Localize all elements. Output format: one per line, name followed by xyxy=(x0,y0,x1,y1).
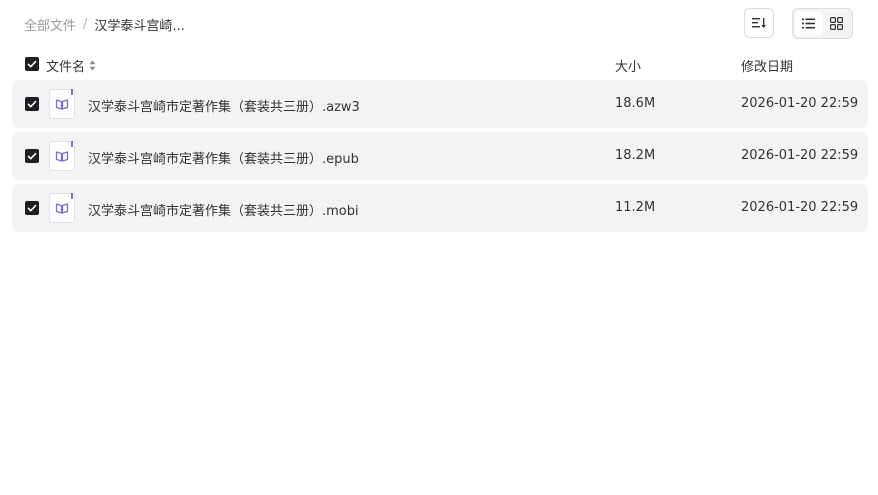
row-checkbox[interactable] xyxy=(25,97,39,111)
breadcrumb-current-folder: 汉学泰斗宫崎... xyxy=(94,18,185,34)
checkmark-icon xyxy=(27,60,37,68)
file-list: 汉学泰斗宫崎市定著作集（套装共三册）.azw3 18.6M 2026-01-20… xyxy=(12,80,868,236)
file-name[interactable]: 汉学泰斗宫崎市定著作集（套装共三册）.azw3 xyxy=(88,96,360,115)
breadcrumb-separator: / xyxy=(83,16,88,32)
file-size: 11.2M xyxy=(615,200,656,215)
view-mode-toggle xyxy=(792,8,853,39)
row-checkbox[interactable] xyxy=(25,201,39,215)
file-modified-date: 2026-01-20 22:59 xyxy=(741,148,859,163)
checkmark-icon xyxy=(27,204,37,212)
grid-view-icon xyxy=(829,17,843,30)
ebook-icon xyxy=(49,193,75,223)
file-modified-date: 2026-01-20 22:59 xyxy=(741,200,859,215)
row-checkbox[interactable] xyxy=(25,149,39,163)
file-browser-page: 全部文件 / 汉学泰斗宫崎... 文件名 大小 修改日期 汉学泰斗宫崎市定著作集… xyxy=(0,0,878,495)
file-size: 18.2M xyxy=(615,148,656,163)
file-name[interactable]: 汉学泰斗宫崎市定著作集（套装共三册）.mobi xyxy=(88,200,359,219)
file-modified-date: 2026-01-20 22:59 xyxy=(741,96,859,111)
ebook-icon xyxy=(49,141,75,171)
sort-caret-icon xyxy=(89,60,96,71)
checkmark-icon xyxy=(27,100,37,108)
file-row[interactable]: 汉学泰斗宫崎市定著作集（套装共三册）.epub 18.2M 2026-01-20… xyxy=(12,132,868,180)
column-header-name[interactable]: 文件名 xyxy=(46,56,96,75)
ebook-icon xyxy=(49,89,75,119)
column-header-size: 大小 xyxy=(615,60,642,75)
sort-icon xyxy=(752,18,766,28)
checkmark-icon xyxy=(27,152,37,160)
file-name[interactable]: 汉学泰斗宫崎市定著作集（套装共三册）.epub xyxy=(88,148,359,167)
list-view-icon xyxy=(802,18,816,29)
list-view-button[interactable] xyxy=(795,11,823,36)
grid-view-button[interactable] xyxy=(823,11,851,36)
file-table-header: 文件名 大小 修改日期 xyxy=(12,52,868,76)
select-all-checkbox[interactable] xyxy=(25,57,39,71)
breadcrumb: 全部文件 / 汉学泰斗宫崎... xyxy=(24,14,185,34)
column-header-modified: 修改日期 xyxy=(741,60,794,75)
file-row[interactable]: 汉学泰斗宫崎市定著作集（套装共三册）.azw3 18.6M 2026-01-20… xyxy=(12,80,868,128)
file-size: 18.6M xyxy=(615,96,656,111)
file-row[interactable]: 汉学泰斗宫崎市定著作集（套装共三册）.mobi 11.2M 2026-01-20… xyxy=(12,184,868,232)
column-header-name-label: 文件名 xyxy=(46,60,86,75)
sort-button[interactable] xyxy=(744,8,774,38)
breadcrumb-root-link[interactable]: 全部文件 xyxy=(24,15,76,34)
